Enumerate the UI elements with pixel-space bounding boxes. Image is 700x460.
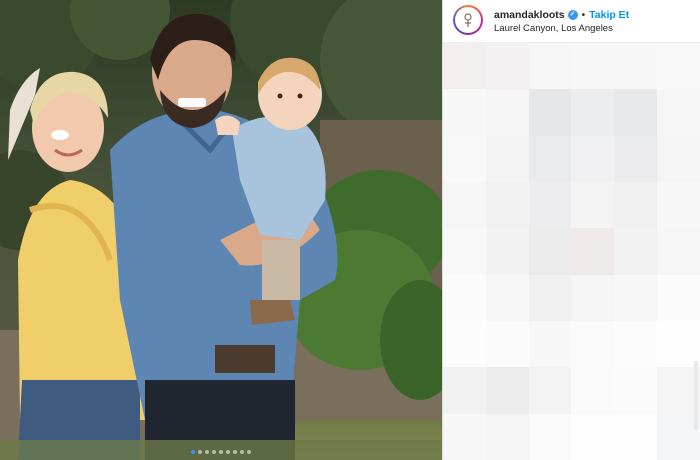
carousel-indicator — [0, 450, 442, 454]
username-link[interactable]: amandakloots — [494, 9, 565, 21]
carousel-dot[interactable] — [247, 450, 251, 454]
verified-badge-icon: ✓ — [567, 10, 578, 20]
pixel-tile — [657, 228, 700, 275]
carousel-dot[interactable] — [205, 450, 209, 454]
pixel-tile — [614, 413, 658, 460]
carousel-dot[interactable] — [198, 450, 202, 454]
pixel-tile — [528, 413, 572, 460]
pixel-tile — [443, 367, 486, 414]
pixel-tile — [571, 367, 615, 414]
pixel-tile — [528, 228, 572, 275]
avatar-image — [455, 7, 481, 33]
pixel-tile — [614, 89, 658, 136]
pixel-tile — [657, 320, 700, 368]
pixel-tile — [657, 274, 700, 321]
pixel-tile — [614, 367, 658, 414]
pixel-tile — [443, 413, 486, 460]
pixel-tile — [571, 320, 615, 368]
pixel-tile — [657, 135, 700, 182]
pixel-tile — [657, 181, 700, 229]
pixel-tile — [571, 43, 615, 90]
pixel-tile — [571, 413, 615, 460]
pixel-tile — [614, 43, 658, 90]
carousel-dot[interactable] — [212, 450, 216, 454]
pixel-tile — [485, 181, 529, 229]
pixel-tile — [485, 135, 529, 182]
pixel-tile — [443, 274, 486, 321]
avatar-logo-icon — [464, 13, 472, 27]
pixel-tile — [571, 274, 615, 321]
pixel-tile — [528, 367, 572, 414]
pixel-tile — [443, 135, 486, 182]
carousel-dot[interactable] — [233, 450, 237, 454]
pixel-tile — [443, 228, 486, 275]
pixel-tile — [571, 89, 615, 136]
family-photo-illustration — [0, 0, 442, 460]
pixel-tile — [657, 43, 700, 90]
carousel-dot[interactable] — [240, 450, 244, 454]
pixel-tile — [657, 89, 700, 136]
pixel-tile — [571, 228, 615, 275]
pixel-tile — [485, 89, 529, 136]
pixel-tile — [614, 181, 658, 229]
post-photo[interactable] — [0, 0, 442, 460]
follow-button[interactable]: Takip Et — [589, 9, 629, 21]
pixel-tile — [614, 135, 658, 182]
pixel-tile — [443, 43, 486, 90]
comments-area-pixelated — [443, 43, 700, 460]
pixel-tile — [443, 181, 486, 229]
separator-dot: • — [581, 9, 586, 21]
pixel-tile — [485, 228, 529, 275]
pixel-tile — [571, 135, 615, 182]
pixel-tile — [528, 181, 572, 229]
pixel-tile — [485, 320, 529, 368]
profile-avatar[interactable] — [453, 5, 483, 35]
pixel-tile — [614, 228, 658, 275]
pixel-tile — [528, 89, 572, 136]
pixel-tile — [614, 274, 658, 321]
pixelated-content — [443, 43, 700, 460]
scrollbar[interactable] — [694, 361, 698, 431]
pixel-tile — [614, 320, 658, 368]
carousel-dot[interactable] — [226, 450, 230, 454]
pixel-tile — [485, 43, 529, 90]
carousel-dot[interactable] — [219, 450, 223, 454]
location-link[interactable]: Laurel Canyon, Los Angeles — [494, 23, 613, 34]
post-author-row: amandakloots ✓ • Takip Et — [494, 9, 629, 21]
post-header: amandakloots ✓ • Takip Et Laurel Canyon,… — [443, 0, 700, 43]
carousel-dot[interactable] — [191, 450, 195, 454]
pixel-tile — [528, 135, 572, 182]
pixel-tile — [485, 367, 529, 414]
pixel-tile — [485, 413, 529, 460]
pixel-tile — [528, 274, 572, 321]
pixel-tile — [443, 320, 486, 368]
pixel-tile — [571, 181, 615, 229]
pixel-tile — [528, 320, 572, 368]
pixel-tile — [528, 43, 572, 90]
pixel-tile — [443, 89, 486, 136]
pixel-tile — [485, 274, 529, 321]
